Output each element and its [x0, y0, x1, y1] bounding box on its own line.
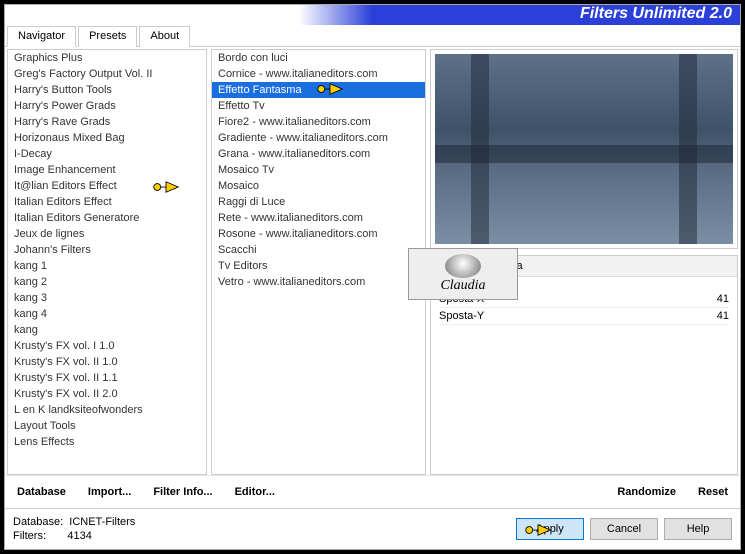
tab-label: Presets — [89, 30, 126, 42]
param-row[interactable]: Sposta-Y 41 — [439, 308, 729, 325]
parameter-title: Effetto Fantasma — [431, 256, 737, 277]
filters-value: 4134 — [67, 530, 91, 542]
database-button[interactable]: Database — [9, 484, 74, 500]
list-item[interactable]: Krusty's FX vol. II 1.1 — [8, 370, 206, 386]
list-item[interactable]: Image Enhancement — [8, 162, 206, 178]
filter-column: Bordo con luciCornice - www.italianedito… — [211, 49, 426, 475]
app-title: Filters Unlimited 2.0 — [580, 5, 732, 23]
tab-label: Navigator — [18, 30, 65, 42]
list-item[interactable]: Harry's Rave Grads — [8, 114, 206, 130]
list-item[interactable]: Krusty's FX vol. II 1.0 — [8, 354, 206, 370]
database-value: ICNET-Filters — [69, 516, 135, 528]
preview-box — [430, 49, 738, 249]
controls-row: Database Import... Filter Info... Editor… — [5, 475, 740, 508]
tab-about[interactable]: About — [139, 26, 190, 47]
list-item[interactable]: Johann's Filters — [8, 242, 206, 258]
editor-button[interactable]: Editor... — [227, 484, 283, 500]
parameter-panel: Effetto Fantasma Sposta-X 41 Sposta-Y 41 — [430, 255, 738, 475]
tabbar: Navigator Presets About — [5, 25, 740, 47]
list-item[interactable]: L en K landksiteofwonders — [8, 402, 206, 418]
status-text: Database: ICNET-Filters Filters: 4134 — [13, 515, 135, 543]
import-button[interactable]: Import... — [80, 484, 139, 500]
list-item[interactable]: Scacchi — [212, 242, 425, 258]
list-item[interactable]: Raggi di Luce — [212, 194, 425, 210]
param-value: 41 — [717, 310, 729, 322]
list-item[interactable]: kang 4 — [8, 306, 206, 322]
preview-column: Effetto Fantasma Sposta-X 41 Sposta-Y 41 — [430, 49, 738, 475]
list-item[interactable]: Rosone - www.italianeditors.com — [212, 226, 425, 242]
list-item[interactable]: Harry's Button Tools — [8, 82, 206, 98]
list-item[interactable]: Harry's Power Grads — [8, 98, 206, 114]
param-label: Sposta-X — [439, 293, 484, 305]
tab-presets[interactable]: Presets — [78, 26, 137, 47]
list-item[interactable]: Gradiente - www.italianeditors.com — [212, 130, 425, 146]
filters-unlimited-window: Filters Unlimited 2.0 Navigator Presets … — [4, 4, 741, 550]
list-item[interactable]: I-Decay — [8, 146, 206, 162]
list-item[interactable]: Mosaico Tv — [212, 162, 425, 178]
list-item[interactable]: kang 2 — [8, 274, 206, 290]
list-item[interactable]: Greg's Factory Output Vol. II — [8, 66, 206, 82]
list-item[interactable]: Rete - www.italianeditors.com — [212, 210, 425, 226]
list-item[interactable]: Graphics Plus — [8, 50, 206, 66]
list-item[interactable]: kang — [8, 322, 206, 338]
list-item[interactable]: Italian Editors Effect — [8, 194, 206, 210]
list-item[interactable]: Krusty's FX vol. II 2.0 — [8, 386, 206, 402]
list-item[interactable]: Layout Tools — [8, 418, 206, 434]
list-item[interactable]: Mosaico — [212, 178, 425, 194]
list-item[interactable]: Tv Editors — [212, 258, 425, 274]
tab-label: About — [150, 30, 179, 42]
list-item[interactable]: Horizonaus Mixed Bag — [8, 130, 206, 146]
list-item[interactable]: Jeux de lignes — [8, 226, 206, 242]
category-column: Graphics PlusGreg's Factory Output Vol. … — [7, 49, 207, 475]
list-item[interactable]: Grana - www.italianeditors.com — [212, 146, 425, 162]
list-item[interactable]: Krusty's FX vol. I 1.0 — [8, 338, 206, 354]
parameter-grid: Sposta-X 41 Sposta-Y 41 — [431, 287, 737, 329]
main-panel: Graphics PlusGreg's Factory Output Vol. … — [5, 47, 740, 475]
list-item[interactable]: It@lian Editors Effect — [8, 178, 206, 194]
list-item[interactable]: Vetro - www.italianeditors.com — [212, 274, 425, 290]
param-row[interactable]: Sposta-X 41 — [439, 291, 729, 308]
list-item[interactable]: Effetto Fantasma — [212, 82, 425, 98]
list-item[interactable]: Italian Editors Generatore — [8, 210, 206, 226]
cancel-button[interactable]: Cancel — [590, 518, 658, 540]
list-item[interactable]: Bordo con luci — [212, 50, 425, 66]
filter-info-button[interactable]: Filter Info... — [145, 484, 220, 500]
preview-image — [435, 54, 733, 244]
list-item[interactable]: Cornice - www.italianeditors.com — [212, 66, 425, 82]
help-button[interactable]: Help — [664, 518, 732, 540]
category-list[interactable]: Graphics PlusGreg's Factory Output Vol. … — [7, 49, 207, 475]
randomize-button[interactable]: Randomize — [609, 484, 684, 500]
header-bar: Filters Unlimited 2.0 — [5, 5, 740, 25]
list-item[interactable]: Lens Effects — [8, 434, 206, 450]
status-bar: Database: ICNET-Filters Filters: 4134 Ap… — [5, 508, 740, 549]
reset-button[interactable]: Reset — [690, 484, 736, 500]
list-item[interactable]: Fiore2 - www.italianeditors.com — [212, 114, 425, 130]
list-item[interactable]: kang 1 — [8, 258, 206, 274]
param-label: Sposta-Y — [439, 310, 484, 322]
database-label: Database: — [13, 516, 63, 528]
list-item[interactable]: kang 3 — [8, 290, 206, 306]
filter-list[interactable]: Bordo con luciCornice - www.italianedito… — [211, 49, 426, 475]
apply-button[interactable]: Apply — [516, 518, 584, 540]
filters-label: Filters: — [13, 530, 46, 542]
list-item[interactable]: Effetto Tv — [212, 98, 425, 114]
tab-navigator[interactable]: Navigator — [7, 26, 76, 47]
param-value: 41 — [717, 293, 729, 305]
